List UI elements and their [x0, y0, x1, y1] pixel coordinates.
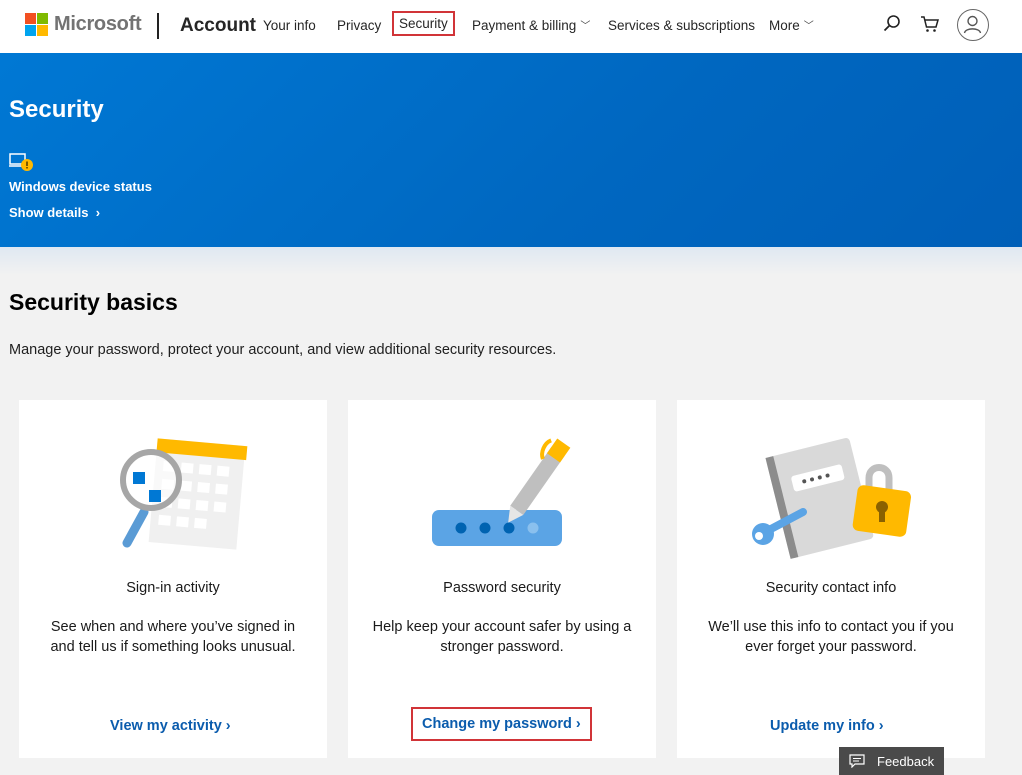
change-my-password-label: Change my password [422, 716, 572, 732]
nav-security[interactable]: Security [392, 11, 455, 36]
account-title[interactable]: Account [180, 15, 256, 37]
card-sign-in-activity: Sign-in activity See when and where you’… [19, 400, 327, 758]
page-title: Security [9, 96, 104, 123]
microsoft-logo-icon [25, 13, 48, 36]
magnifier-calendar-icon [120, 438, 248, 550]
card-description: See when and where you’ve signed in and … [50, 619, 296, 655]
avatar-icon [963, 15, 982, 34]
top-navigation: Microsoft Account Your info Privacy Secu… [0, 0, 1022, 53]
cart-icon[interactable] [920, 14, 940, 34]
password-pen-icon [432, 438, 571, 546]
hero-shadow [0, 247, 1022, 275]
device-status-label: Windows device status [9, 179, 152, 194]
chevron-down-icon: ﹀ [580, 21, 591, 32]
card-title: Password security [443, 580, 561, 596]
chevron-down-icon: ﹀ [803, 21, 814, 32]
avatar[interactable] [957, 9, 989, 41]
chevron-right-icon: › [874, 718, 884, 734]
contact-book-lock-icon [752, 438, 912, 559]
section-description: Manage your password, protect your accou… [9, 342, 557, 358]
nav-more[interactable]: More ﹀ [769, 18, 814, 33]
brand-name: Microsoft [54, 13, 142, 35]
view-my-activity-label: View my activity [110, 718, 222, 734]
card-title: Security contact info [765, 580, 897, 596]
card-security-contact-info: Security contact info We’ll use this inf… [677, 400, 985, 758]
nav-more-label: More [769, 18, 800, 33]
change-my-password-link[interactable]: Change my password › [411, 707, 592, 741]
card-title: Sign-in activity [126, 580, 220, 596]
section-title: Security basics [9, 289, 178, 315]
microsoft-logo[interactable]: Microsoft [25, 13, 142, 36]
view-my-activity-link[interactable]: View my activity › [110, 718, 231, 734]
update-my-info-link[interactable]: Update my info › [770, 718, 884, 734]
chevron-right-icon: › [92, 205, 101, 220]
feedback-icon [849, 754, 865, 768]
nav-your-info[interactable]: Your info [263, 18, 316, 33]
security-hero: Security Windows device status Show deta… [0, 53, 1022, 247]
nav-payment-billing-label: Payment & billing [472, 18, 577, 33]
nav-privacy[interactable]: Privacy [337, 18, 381, 33]
nav-payment-billing[interactable]: Payment & billing ﹀ [472, 18, 590, 33]
chevron-right-icon: › [221, 718, 231, 734]
show-details-label: Show details [9, 205, 89, 220]
card-description: Help keep your account safer by using a … [372, 619, 632, 655]
chevron-right-icon: › [571, 716, 581, 732]
show-details-link[interactable]: Show details › [9, 205, 100, 220]
feedback-label: Feedback [877, 753, 935, 769]
card-password-security: Password security Help keep your account… [348, 400, 656, 758]
nav-divider [157, 13, 159, 39]
feedback-button[interactable]: Feedback [839, 747, 944, 775]
card-description: We’ll use this info to contact you if yo… [708, 619, 954, 655]
update-my-info-label: Update my info [770, 718, 875, 734]
search-icon[interactable] [882, 14, 902, 34]
nav-services-subscriptions[interactable]: Services & subscriptions [608, 18, 755, 33]
device-warning-icon [9, 153, 33, 171]
